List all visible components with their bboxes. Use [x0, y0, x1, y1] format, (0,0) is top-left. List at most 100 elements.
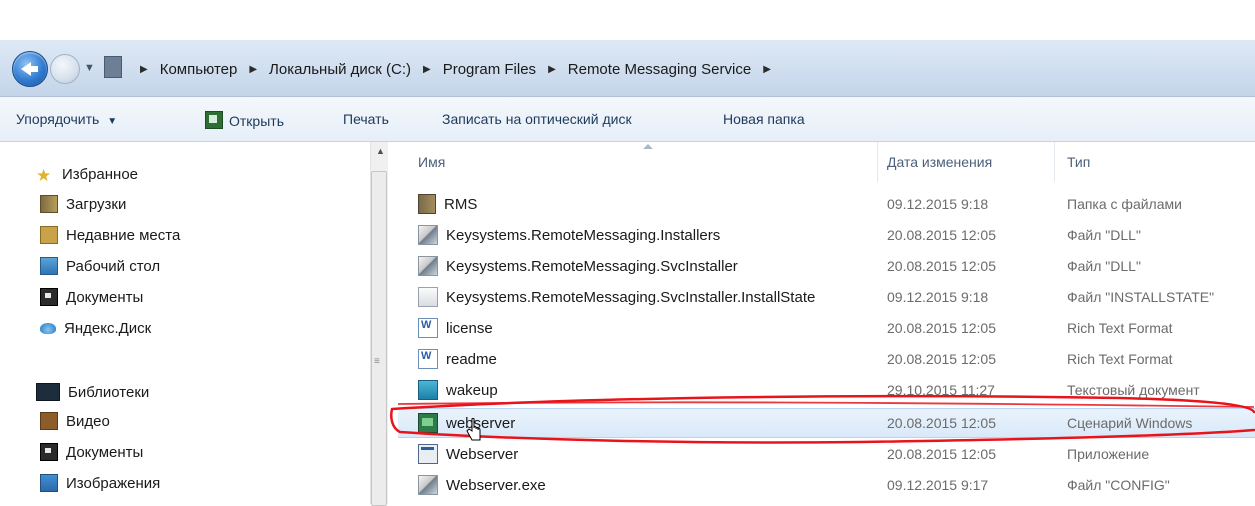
installstate-file-icon — [418, 287, 438, 307]
breadcrumb-program-files[interactable]: Program Files — [443, 61, 536, 78]
new-folder-button[interactable]: Новая папка — [723, 111, 805, 131]
pictures-library-icon — [40, 474, 58, 492]
nav-libraries[interactable]: Библиотеки — [36, 381, 149, 403]
breadcrumb-separator-icon[interactable]: ▶ — [763, 64, 771, 75]
back-button[interactable] — [12, 51, 48, 87]
folder-path-icon — [104, 56, 122, 78]
nav-library-documents[interactable]: Документы — [40, 441, 143, 463]
desktop-icon — [40, 257, 58, 275]
open-label: Открыть — [229, 113, 284, 129]
cloud-icon — [40, 322, 56, 334]
breadcrumb-separator-icon[interactable]: ▶ — [423, 64, 431, 75]
column-divider[interactable] — [877, 142, 878, 182]
organize-button[interactable]: Упорядочить ▼ — [16, 111, 117, 131]
breadcrumb-separator-icon[interactable]: ▶ — [249, 64, 257, 75]
sort-ascending-icon — [643, 144, 653, 149]
nav-downloads[interactable]: Загрузки — [40, 193, 126, 215]
windows-script-icon — [418, 413, 438, 433]
file-date: 20.08.2015 12:05 — [887, 446, 996, 462]
file-row[interactable]: readme 20.08.2015 12:05 Rich Text Format — [398, 344, 1255, 374]
breadcrumb-local-disk[interactable]: Локальный диск (C:) — [269, 61, 411, 78]
nav-recent-places-label: Недавние места — [66, 226, 181, 244]
file-date: 09.12.2015 9:18 — [887, 289, 989, 305]
file-type: Файл "DLL" — [1067, 258, 1141, 274]
file-row[interactable]: Keysystems.RemoteMessaging.SvcInstaller … — [398, 251, 1255, 281]
scrollbar-thumb[interactable] — [371, 171, 387, 506]
file-row[interactable]: Keysystems.RemoteMessaging.SvcInstaller.… — [398, 282, 1255, 312]
nav-documents[interactable]: Документы — [40, 286, 143, 308]
nav-desktop[interactable]: Рабочий стол — [40, 255, 160, 277]
print-button[interactable]: Печать — [343, 111, 389, 131]
nav-favorites-label: Избранное — [62, 165, 139, 183]
file-name: Webserver — [446, 445, 519, 463]
nav-recent-places[interactable]: Недавние места — [40, 224, 180, 246]
nav-desktop-label: Рабочий стол — [66, 257, 161, 275]
file-row-selected[interactable]: webserver 20.08.2015 12:05 Сценарий Wind… — [398, 408, 1255, 438]
scrollbar-grip-icon: ≡ — [374, 356, 380, 367]
window-top-strip — [0, 0, 1255, 40]
file-row[interactable]: Webserver.exe 09.12.2015 9:17 Файл "CONF… — [398, 470, 1255, 500]
column-divider[interactable] — [1054, 142, 1055, 182]
video-library-icon — [40, 412, 58, 430]
nav-yandex-disk-label: Яндекс.Диск — [64, 319, 152, 337]
file-name: wakeup — [446, 381, 498, 399]
nav-library-documents-label: Документы — [66, 443, 144, 461]
file-type: Приложение — [1067, 446, 1150, 462]
file-row[interactable]: license 20.08.2015 12:05 Rich Text Forma… — [398, 313, 1255, 343]
config-file-icon — [418, 475, 438, 495]
file-name: Keysystems.RemoteMessaging.SvcInstaller.… — [446, 288, 816, 306]
breadcrumb-remote-messaging-service[interactable]: Remote Messaging Service — [568, 61, 751, 78]
nav-yandex-disk[interactable]: Яндекс.Диск — [40, 317, 151, 339]
file-row[interactable]: RMS 09.12.2015 9:18 Папка с файлами — [398, 189, 1255, 219]
recent-pages-dropdown-icon[interactable]: ▼ — [84, 62, 95, 74]
rtf-file-icon — [418, 318, 438, 338]
file-type: Сценарий Windows — [1067, 415, 1193, 431]
scroll-up-icon[interactable]: ▲ — [376, 146, 385, 156]
file-row[interactable]: wakeup 29.10.2015 11:27 Текстовый докуме… — [398, 375, 1255, 405]
file-name: license — [446, 319, 493, 337]
file-date: 20.08.2015 12:05 — [887, 415, 996, 431]
breadcrumb: ▶ Компьютер ▶ Локальный диск (C:) ▶ Prog… — [128, 57, 783, 81]
rtf-file-icon — [418, 349, 438, 369]
column-header-type[interactable]: Тип — [1067, 154, 1090, 170]
text-file-icon — [418, 380, 438, 400]
documents-library-icon — [40, 443, 58, 461]
mouse-pointer-icon — [466, 418, 481, 441]
libraries-icon — [36, 383, 60, 401]
nav-pictures-label: Изображения — [66, 474, 161, 492]
file-date: 29.10.2015 11:27 — [887, 382, 995, 398]
nav-video-label: Видео — [66, 412, 110, 430]
file-type: Rich Text Format — [1067, 320, 1173, 336]
breadcrumb-separator-icon[interactable]: ▶ — [140, 64, 148, 75]
nav-favorites[interactable]: ★ Избранное — [36, 163, 139, 186]
breadcrumb-computer[interactable]: Компьютер — [160, 61, 238, 78]
file-date: 09.12.2015 9:18 — [887, 196, 989, 212]
folder-icon — [418, 194, 436, 214]
column-header-date[interactable]: Дата изменения — [887, 154, 992, 170]
file-type: Файл "CONFIG" — [1067, 477, 1170, 493]
breadcrumb-separator-icon[interactable]: ▶ — [548, 64, 556, 75]
file-row[interactable]: Keysystems.RemoteMessaging.Installers 20… — [398, 220, 1255, 250]
file-type: Текстовый документ — [1067, 382, 1200, 398]
open-button[interactable]: Открыть — [205, 111, 284, 131]
star-icon: ★ — [36, 166, 52, 185]
open-icon — [205, 111, 223, 129]
dll-file-icon — [418, 225, 438, 245]
file-date: 20.08.2015 12:05 — [887, 258, 996, 274]
downloads-icon — [40, 195, 58, 213]
file-date: 09.12.2015 9:17 — [887, 477, 989, 493]
nav-video[interactable]: Видео — [40, 410, 110, 432]
file-row[interactable]: Webserver 20.08.2015 12:05 Приложение — [398, 439, 1255, 469]
file-type: Файл "INSTALLSTATE" — [1067, 289, 1215, 305]
nav-documents-label: Документы — [66, 288, 144, 306]
file-name: Keysystems.RemoteMessaging.Installers — [446, 226, 721, 244]
file-type: Папка с файлами — [1067, 196, 1182, 212]
file-date: 20.08.2015 12:05 — [887, 351, 996, 367]
burn-to-disc-button[interactable]: Записать на оптический диск — [442, 111, 632, 131]
file-name: Webserver.exe — [446, 476, 546, 494]
column-header-name[interactable]: Имя — [418, 154, 445, 170]
file-name: readme — [446, 350, 497, 368]
nav-downloads-label: Загрузки — [66, 195, 127, 213]
nav-pictures[interactable]: Изображения — [40, 472, 160, 494]
forward-button[interactable] — [50, 54, 80, 84]
